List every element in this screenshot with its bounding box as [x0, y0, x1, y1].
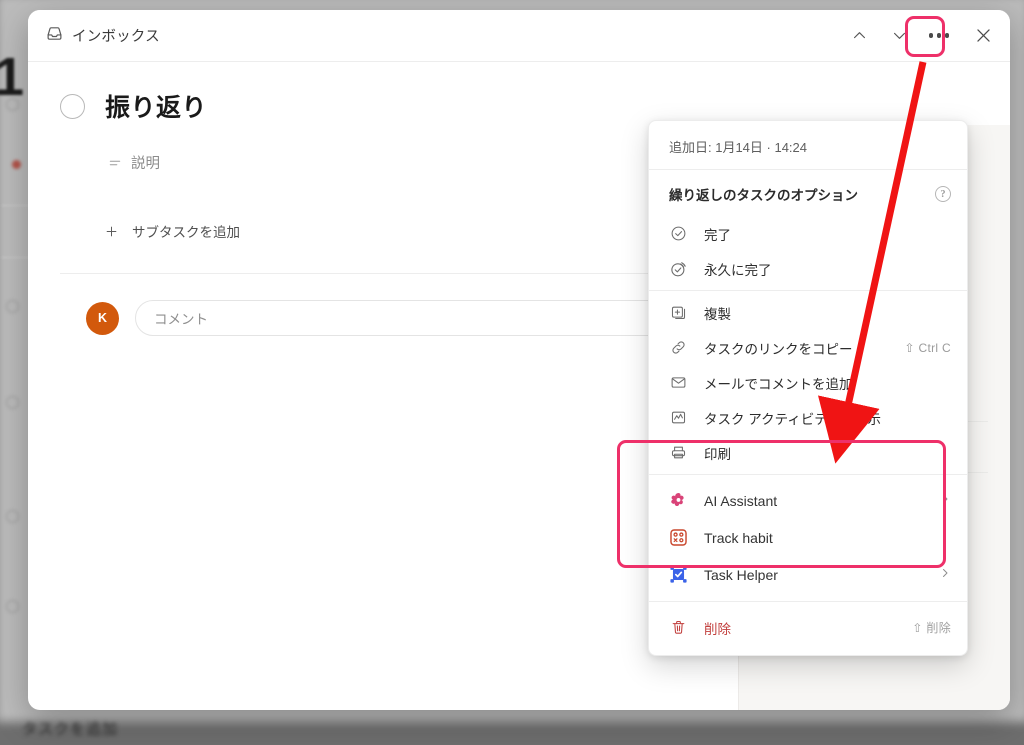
check-circle-stack-icon	[669, 260, 688, 278]
menu-item-duplicate[interactable]: 複製	[649, 295, 967, 330]
help-icon[interactable]: ?	[935, 186, 951, 202]
menu-item-shortcut: ⇧ Ctrl C	[904, 340, 951, 355]
recurring-options-group: 完了 永久に完了	[649, 212, 967, 290]
plus-icon	[106, 226, 117, 236]
trash-icon	[669, 619, 688, 636]
printer-icon	[669, 444, 688, 461]
dialog-body: 振り返り 説明 サブタスクを追加 K コメント 追加日: 1月14日 · 14:…	[28, 62, 1010, 710]
backdrop-dot	[12, 160, 21, 169]
menu-item-complete[interactable]: 完了	[649, 216, 967, 251]
track-habit-glyph	[670, 529, 687, 546]
menu-item-print[interactable]: 印刷	[649, 435, 967, 470]
mail-icon	[669, 374, 688, 391]
activity-icon	[669, 409, 688, 426]
menu-item-label: Track habit	[704, 529, 773, 546]
duplicate-icon	[669, 304, 688, 321]
task-title[interactable]: 振り返り	[105, 88, 207, 124]
task-helper-icon	[669, 565, 688, 584]
link-icon	[669, 339, 688, 356]
delete-group: 削除 ⇧ 削除	[649, 602, 967, 647]
add-subtask-button[interactable]: サブタスクを追加	[104, 221, 704, 241]
chevron-down-icon	[893, 32, 905, 39]
backdrop-bottom-text: タスクを追加	[22, 721, 119, 738]
comment-composer: K コメント	[60, 300, 704, 336]
menu-item-label: 完了	[704, 227, 731, 243]
menu-item-label: メールでコメントを追加	[704, 376, 853, 392]
task-title-row: 振り返り	[60, 88, 704, 124]
menu-item-label: AI Assistant	[704, 492, 778, 509]
integration-apps-group: AI Assistant Track habit Task Helper	[649, 475, 967, 601]
check-circle-icon	[669, 225, 688, 242]
inbox-icon	[46, 25, 63, 47]
menu-item-label: 削除	[704, 621, 731, 637]
backdrop-circle	[6, 300, 19, 313]
menu-item-complete-forever[interactable]: 永久に完了	[649, 251, 967, 286]
task-actions-group: 複製 タスクのリンクをコピー ⇧ Ctrl C メールでコメントを追加 タスク …	[649, 291, 967, 474]
task-description-field[interactable]: 説明	[108, 152, 704, 173]
menu-item-shortcut: ⇧ 削除	[912, 621, 951, 635]
track-habit-icon	[669, 528, 688, 547]
avatar: K	[86, 301, 119, 335]
next-task-button[interactable]	[882, 19, 916, 53]
menu-item-track-habit[interactable]: Track habit	[649, 519, 967, 556]
chevron-up-icon	[853, 32, 865, 39]
menu-item-email-comment[interactable]: メールでコメントを追加	[649, 365, 967, 400]
close-dialog-button[interactable]	[966, 19, 1000, 53]
recurring-options-header: 繰り返しのタスクのオプション ?	[649, 170, 967, 212]
recurring-options-title: 繰り返しのタスクのオプション	[669, 188, 858, 203]
backdrop-circle	[6, 510, 19, 523]
menu-item-label: タスク アクティビティを表示	[704, 411, 881, 427]
backdrop-circle	[6, 98, 19, 111]
menu-item-label: Task Helper	[704, 566, 778, 583]
previous-task-button[interactable]	[842, 19, 876, 53]
dialog-title: インボックス	[72, 29, 160, 45]
section-divider	[60, 273, 704, 274]
task-complete-checkbox[interactable]	[60, 93, 85, 119]
backdrop-circle	[6, 600, 19, 613]
more-options-button[interactable]	[922, 19, 956, 53]
menu-item-copy-link[interactable]: タスクのリンクをコピー ⇧ Ctrl C	[649, 330, 967, 365]
description-lines-icon	[109, 160, 121, 165]
dialog-breadcrumb[interactable]: インボックス	[46, 25, 160, 47]
menu-item-label: 印刷	[704, 446, 731, 462]
ellipsis-icon	[928, 33, 950, 38]
menu-item-label: 複製	[704, 306, 731, 322]
menu-item-ai-assistant[interactable]: AI Assistant	[649, 482, 967, 519]
chevron-right-icon	[939, 493, 951, 508]
task-context-menu: 追加日: 1月14日 · 14:24 繰り返しのタスクのオプション ? 完了 永…	[648, 120, 968, 656]
dialog-header: インボックス	[28, 10, 1010, 62]
added-date-label: 追加日: 1月14日 · 14:24	[669, 140, 807, 155]
task-helper-glyph	[670, 566, 687, 583]
ai-assistant-icon	[669, 491, 688, 510]
backdrop-circle	[6, 396, 19, 409]
close-icon	[976, 29, 990, 42]
task-description-placeholder: 説明	[131, 156, 160, 172]
menu-item-task-activity[interactable]: タスク アクティビティを表示	[649, 400, 967, 435]
task-detail-dialog: インボックス 振り返り 説明 サブタスクを追加 K コメント 追加日: 1月14…	[28, 10, 1010, 710]
add-subtask-label: サブタスクを追加	[132, 225, 240, 240]
comment-input[interactable]: コメント	[135, 300, 700, 336]
ai-assistant-glyph	[671, 493, 684, 507]
menu-item-delete[interactable]: 削除 ⇧ 削除	[649, 610, 967, 645]
menu-item-label: タスクのリンクをコピー	[704, 341, 853, 357]
menu-item-label: 永久に完了	[704, 262, 772, 278]
chevron-right-icon	[939, 567, 951, 582]
task-main-column: 振り返り 説明 サブタスクを追加 K コメント	[28, 62, 738, 710]
menu-item-task-helper[interactable]: Task Helper	[649, 556, 967, 593]
